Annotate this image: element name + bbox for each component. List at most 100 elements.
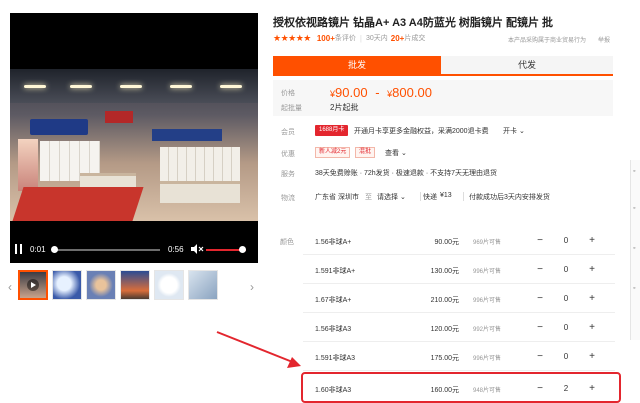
side-toolbar: ◦ ◦ ◦ ◦ [630, 160, 640, 340]
logistics-origin: 广东省 深圳市 [315, 192, 359, 202]
quantity-stepper: − + [533, 262, 599, 277]
minus-button[interactable]: − [533, 349, 547, 364]
sold-count: 20+ [391, 34, 405, 43]
red-floor-mat [12, 187, 143, 221]
store-sign-right [152, 129, 222, 141]
plus-button[interactable]: + [585, 291, 599, 306]
spec-row: 1.56非球A3 120.00元 992片可售 − + [303, 313, 615, 342]
plus-button[interactable]: + [585, 262, 599, 277]
moq-value: 2片起批 [330, 102, 358, 113]
logistics-label: 物流 [281, 193, 295, 203]
trade-note: 本产品采购属于商业贸易行为 [508, 35, 586, 44]
rating-stars: ★★★★★ [273, 33, 311, 44]
spec-stock: 992片可售 [473, 324, 501, 333]
service-text: 38天免费赊账 · 72h发货 · 极速退款 · 不支持7天无理由退货 [315, 168, 497, 178]
spec-row: 1.591非球A3 175.00元 996片可售 − + [303, 342, 615, 371]
shipping-express: 快递 [423, 192, 437, 202]
member-label: 会员 [281, 127, 295, 137]
plus-button[interactable]: + [585, 233, 599, 248]
selected-row-highlight [301, 372, 621, 403]
plus-button[interactable]: + [585, 320, 599, 335]
spec-row: 1.67非球A+ 210.00元 996片可售 − + [303, 284, 615, 313]
price-range: ¥90.00 - ¥800.00 [330, 85, 432, 100]
minus-button[interactable]: − [533, 320, 547, 335]
open-card-link[interactable]: 开卡 ⌄ [503, 126, 525, 136]
promo-view-link[interactable]: 查看 ⌄ [385, 148, 407, 158]
spec-price: 130.00元 [399, 266, 459, 276]
promo-tag-mixed: 混批 [355, 147, 375, 158]
reviews-count[interactable]: 100+ [317, 34, 335, 43]
spec-stock: 996片可售 [473, 353, 501, 362]
spec-name: 1.591非球A3 [315, 353, 355, 363]
thumb-video[interactable] [18, 270, 48, 300]
spec-stock: 996片可售 [473, 295, 501, 304]
product-video-player[interactable]: 0:01 0:56 [10, 13, 258, 263]
price-box: 价格 ¥90.00 - ¥800.00 起批量 2片起批 [273, 80, 613, 116]
spec-stock: 996片可售 [473, 266, 501, 275]
quantity-input[interactable] [551, 350, 581, 363]
video-total-time: 0:56 [168, 245, 184, 254]
quantity-input[interactable] [551, 234, 581, 247]
spec-price: 175.00元 [399, 353, 459, 363]
rating-row: ★★★★★ 100+ 条评价 | 30天内 20+ 片成交 [273, 32, 425, 44]
thumb-lens-1[interactable] [52, 270, 82, 300]
spec-name: 1.67非球A+ [315, 295, 351, 305]
report-link[interactable]: 举报 [598, 35, 610, 44]
promo-label: 优惠 [281, 149, 295, 159]
sold-label: 片成交 [404, 33, 425, 43]
thumb-lens-4[interactable] [154, 270, 184, 300]
thumb-box[interactable] [188, 270, 218, 300]
quantity-input[interactable] [551, 263, 581, 276]
chevron-down-icon: ⌄ [400, 194, 406, 201]
chevron-right-icon[interactable]: › [250, 280, 254, 294]
volume-knob[interactable] [239, 246, 246, 253]
side-tool-icon[interactable]: ◦ [633, 285, 635, 292]
video-progress-knob[interactable] [51, 246, 58, 253]
video-frame-store-interior [10, 69, 258, 221]
purchase-mode-tabs: 批发 代发 [273, 56, 613, 76]
moq-label: 起批量 [281, 103, 302, 113]
spec-row: 1.591非球A+ 130.00元 996片可售 − + [303, 255, 615, 284]
store-sign-red [105, 111, 133, 123]
video-progress-track[interactable] [52, 249, 160, 251]
quantity-stepper: − + [533, 233, 599, 248]
minus-button[interactable]: − [533, 233, 547, 248]
spec-name: 1.591非球A+ [315, 266, 355, 276]
display-counter-right [160, 181, 240, 203]
side-tool-icon[interactable]: ◦ [633, 168, 635, 175]
destination-select[interactable]: 请选择 ⌄ [377, 192, 406, 202]
side-tool-icon[interactable]: ◦ [633, 245, 635, 252]
thumbnail-strip: ‹ › [8, 270, 260, 304]
video-controls: 0:01 0:56 [10, 235, 258, 263]
price-label: 价格 [281, 88, 295, 98]
spec-price: 90.00元 [399, 237, 459, 247]
store-sign [30, 119, 88, 135]
wall-poster [18, 139, 38, 191]
spec-name: 1.56非球A3 [315, 324, 351, 334]
product-title: 授权依视路镜片 钻晶A+ A3 A4防蓝光 树脂镜片 配镜片 批 [273, 14, 553, 30]
shipping-fee: ¥13 [440, 192, 452, 199]
spec-label: 颜色 [280, 237, 294, 247]
mute-icon[interactable] [190, 243, 204, 255]
side-tool-icon[interactable]: ◦ [633, 205, 635, 212]
play-icon [20, 272, 46, 298]
quantity-stepper: − + [533, 291, 599, 306]
minus-button[interactable]: − [533, 291, 547, 306]
quantity-stepper: − + [533, 320, 599, 335]
plus-button[interactable]: + [585, 349, 599, 364]
pause-icon[interactable] [15, 244, 24, 254]
chevron-down-icon: ⌄ [401, 150, 407, 157]
shipping-eta: 付款成功后3天内安排发货 [469, 192, 550, 202]
tab-wholesale[interactable]: 批发 [273, 56, 441, 74]
thumb-lens-3[interactable] [120, 270, 150, 300]
thumb-lens-2[interactable] [86, 270, 116, 300]
reviews-label: 条评价 [335, 33, 356, 43]
tab-dropship[interactable]: 代发 [441, 56, 613, 74]
quantity-input[interactable] [551, 292, 581, 305]
quantity-input[interactable] [551, 321, 581, 334]
minus-button[interactable]: − [533, 262, 547, 277]
chevron-left-icon[interactable]: ‹ [8, 280, 12, 294]
spec-row: 1.56非球A+ 90.00元 969片可售 − + [303, 226, 615, 255]
spec-name: 1.56非球A+ [315, 237, 351, 247]
display-wall-right [160, 147, 240, 183]
